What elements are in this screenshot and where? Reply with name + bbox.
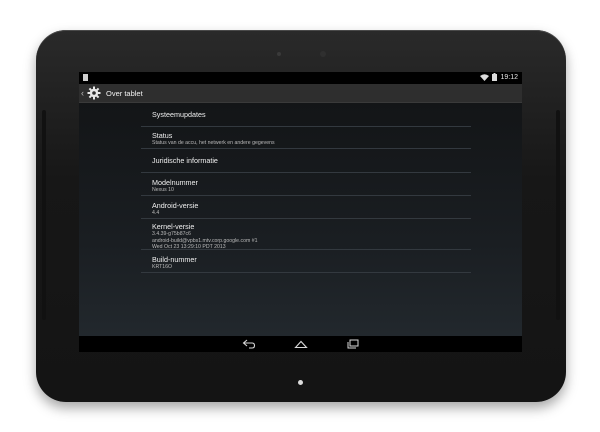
item-title: Kernel-versie	[152, 222, 195, 231]
screen: 19:12 ‹ Over tablet Systeemupdates Statu…	[79, 72, 522, 352]
list-item-android-versie[interactable]: Android-versie 4.4	[141, 196, 471, 219]
clock: 19:12	[500, 74, 518, 81]
list-item-juridische-informatie[interactable]: Juridische informatie	[141, 149, 471, 173]
front-camera-icon	[320, 51, 326, 57]
item-title: Juridische informatie	[152, 156, 218, 165]
item-summary: Nexus 10	[152, 187, 174, 193]
speaker-grille-left	[42, 110, 46, 320]
about-list: Systeemupdates Status Status van de accu…	[141, 103, 471, 273]
wifi-icon	[480, 73, 490, 83]
list-item-status[interactable]: Status Status van de accu, het netwerk e…	[141, 127, 471, 149]
item-summary-line: android-build@vpbs1.mtv.corp.google.com …	[152, 237, 258, 244]
page-title: Over tablet	[106, 88, 143, 98]
list-item-modelnummer: Modelnummer Nexus 10	[141, 173, 471, 196]
navigation-bar	[79, 336, 522, 352]
item-summary: Status van de accu, het netwerk en ander…	[152, 140, 275, 146]
item-title: Status	[152, 131, 173, 140]
settings-gear-icon[interactable]	[87, 86, 101, 100]
item-summary-line: 3.4.39-g75b87c6	[152, 231, 191, 237]
battery-icon	[492, 73, 498, 83]
list-item-systeemupdates[interactable]: Systeemupdates	[141, 103, 471, 127]
item-summary: 4.4	[152, 210, 160, 216]
item-title: Build-nummer	[152, 255, 197, 264]
notification-icon	[83, 74, 88, 81]
recents-icon[interactable]	[345, 338, 361, 350]
item-title: Android-versie	[152, 201, 199, 210]
back-icon[interactable]	[241, 338, 257, 350]
action-bar: ‹ Over tablet	[79, 84, 522, 103]
item-title: Modelnummer	[152, 178, 198, 187]
list-item-kernel-versie: Kernel-versie 3.4.39-g75b87c6 android-bu…	[141, 219, 471, 250]
settings-content: Systeemupdates Status Status van de accu…	[79, 103, 522, 336]
home-icon[interactable]	[293, 338, 309, 350]
item-title: Systeemupdates	[152, 110, 206, 119]
speaker-grille-right	[556, 110, 560, 320]
back-caret-icon[interactable]: ‹	[81, 88, 86, 98]
status-bar: 19:12	[79, 72, 522, 84]
item-summary: KRT16O	[152, 264, 173, 270]
notification-led-icon	[298, 380, 303, 385]
list-item-build-nummer[interactable]: Build-nummer KRT16O	[141, 250, 471, 273]
sensor-icon	[277, 52, 281, 56]
